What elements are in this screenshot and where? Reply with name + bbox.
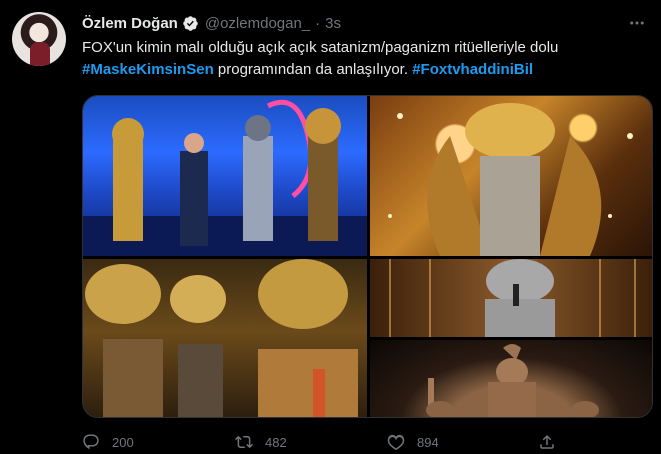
retweet-count: 482 (265, 434, 287, 450)
reply-icon (83, 434, 99, 450)
like-button[interactable]: 894 (387, 431, 439, 453)
reply-count: 200 (112, 434, 134, 450)
tweet-header: Özlem Doğan @ozlemdogan_ · 3s (82, 12, 649, 34)
tweet-text: FOX'un kimin malı olduğu açık açık satan… (82, 37, 642, 81)
author-handle[interactable]: @ozlemdogan_ (205, 15, 310, 32)
author-name[interactable]: Özlem Doğan (82, 15, 178, 32)
avatar[interactable] (12, 12, 66, 66)
media-grid (82, 95, 653, 418)
grid-image-golden-costume[interactable] (370, 96, 652, 256)
separator-dot: · (315, 14, 321, 32)
grid-image-statue[interactable] (370, 340, 652, 417)
reply-button[interactable]: 200 (82, 431, 134, 453)
hashtag-link[interactable]: #FoxtvhaddiniBil (412, 61, 533, 78)
action-bar: 200 482 894 (82, 431, 562, 453)
like-count: 894 (417, 434, 439, 450)
like-icon (387, 434, 405, 451)
grid-image-stage[interactable] (83, 96, 367, 256)
tweet-text-line1: FOX'un kimin malı olduğu açık açık satan… (82, 39, 559, 56)
retweet-icon (235, 435, 253, 449)
grid-image-silver-costume[interactable] (370, 259, 652, 337)
share-button[interactable] (538, 431, 568, 453)
hashtag-link[interactable]: #MaskeKimsinSen (82, 61, 214, 78)
more-icon[interactable] (625, 12, 649, 34)
share-icon (540, 434, 554, 449)
verified-badge-icon (182, 15, 199, 32)
tweet-text-line2: programından da anlaşılıyor. (213, 61, 413, 78)
retweet-button[interactable]: 482 (235, 431, 287, 453)
timestamp[interactable]: 3s (325, 15, 341, 32)
grid-image-masks[interactable] (83, 259, 367, 417)
